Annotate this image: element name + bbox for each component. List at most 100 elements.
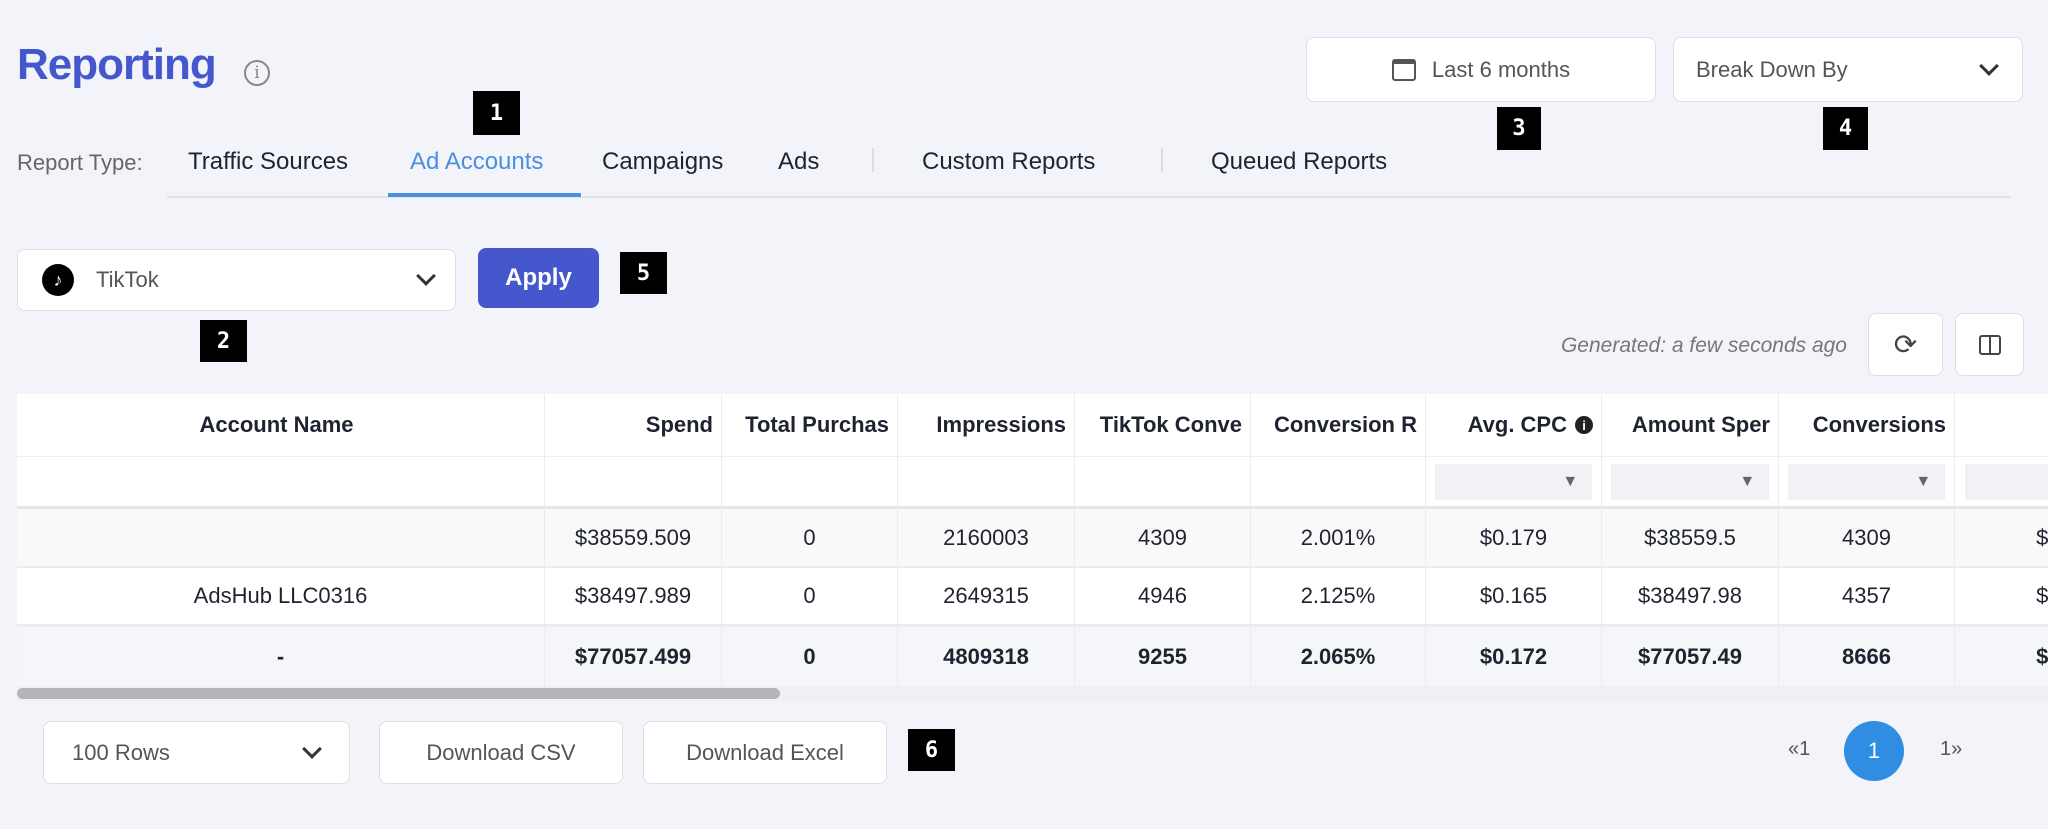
total-cell: $81: [1955, 627, 2048, 686]
badge-6: 6: [908, 729, 955, 771]
filter-icon[interactable]: ▼: [1562, 473, 1578, 491]
refresh-icon: ⟳: [1893, 329, 1918, 360]
header-cell[interactable]: Conversion R: [1251, 394, 1426, 456]
header-cell[interactable]: Amount Sper: [1602, 394, 1779, 456]
date-range-label: Last 6 months: [1431, 56, 1571, 82]
date-range-button[interactable]: Last 6 months: [1306, 37, 1656, 102]
data-cell: $38559.509: [545, 509, 722, 566]
data-text: $40: [2036, 524, 2048, 550]
header-text: Account Name: [199, 412, 354, 437]
page-title: Reporting: [17, 40, 217, 89]
data-cell: $0.179: [1426, 509, 1602, 566]
info-icon[interactable]: i: [244, 60, 270, 86]
data-cell: $40: [1955, 509, 2048, 566]
header-text: TikTok Conve: [1099, 412, 1242, 437]
header-cell[interactable]: Conversions: [1779, 394, 1955, 456]
total-cell: -: [17, 627, 545, 686]
chevron-down-icon: [302, 738, 322, 759]
total-cell: 2.065%: [1251, 627, 1426, 686]
header-text: Amount Sper: [1631, 412, 1770, 437]
current-page-button[interactable]: 1: [1844, 721, 1904, 781]
column-filter-input[interactable]: ▼: [1610, 463, 1770, 500]
header-cell[interactable]: Avg. CPC i: [1426, 394, 1602, 456]
tab-ads[interactable]: Ads: [778, 148, 819, 176]
total-text: 4809318: [943, 643, 1029, 669]
report-table: Account Name Spend Total Purchas Impression…: [17, 394, 2048, 686]
data-text: 2649315: [943, 583, 1029, 608]
data-cell: 2.125%: [1251, 568, 1426, 624]
total-text: 9255: [1138, 643, 1187, 669]
break-down-label: Break Down By: [1696, 56, 1848, 82]
download-excel-button[interactable]: Download Excel: [643, 721, 887, 784]
column-filter-input[interactable]: ▼: [1964, 463, 2048, 500]
data-text: 0: [803, 583, 816, 608]
total-cell: $77057.49: [1602, 627, 1779, 686]
header-cell[interactable]: Impressions: [898, 394, 1075, 456]
tab-ad-accounts[interactable]: Ad Accounts: [410, 148, 543, 176]
rows-per-page-select[interactable]: 100 Rows: [43, 721, 350, 784]
refresh-button[interactable]: ⟳: [1868, 313, 1943, 376]
apply-button[interactable]: Apply: [478, 248, 599, 308]
filter-cell: ▼: [1426, 457, 1602, 506]
columns-icon: [1978, 334, 2001, 355]
table-row: $38559.509 0 2160003 4309 2.001% $0.179 $38559…: [17, 509, 2048, 568]
column-filter-input[interactable]: ▼: [1434, 463, 1593, 500]
first-page-button[interactable]: «1: [1788, 738, 1810, 761]
data-text: 4309: [1842, 524, 1891, 550]
data-cell: $38497.989: [545, 568, 722, 624]
column-filter-input[interactable]: ▼: [1787, 463, 1946, 500]
data-text: $38497.989: [574, 583, 692, 608]
info-icon[interactable]: i: [1575, 416, 1593, 434]
badge-3: 3: [1497, 107, 1541, 150]
header-cell[interactable]: Re: [1955, 394, 2048, 456]
report-type-label: Report Type:: [17, 150, 143, 175]
rows-per-page-value: 100 Rows: [72, 739, 170, 765]
header-cell[interactable]: Account Name: [17, 394, 545, 456]
total-text: -: [276, 643, 285, 669]
columns-button[interactable]: [1955, 313, 2024, 376]
tab-custom-reports[interactable]: Custom Reports: [922, 148, 1095, 176]
data-text: AdsHub LLC0316: [193, 583, 368, 608]
badge-5: 5: [620, 252, 667, 294]
total-row: - $77057.499 0 4809318 9255 2.065% $0.172 $7705…: [17, 627, 2048, 686]
tab-queued-reports[interactable]: Queued Reports: [1211, 148, 1387, 176]
calendar-icon: [1391, 58, 1416, 81]
data-cell: $0.165: [1426, 568, 1602, 624]
data-cell: 4309: [1075, 509, 1251, 566]
generated-timestamp: Generated: a few seconds ago: [1560, 334, 1847, 357]
header-cell[interactable]: Spend: [545, 394, 722, 456]
header-text: Spend: [645, 412, 713, 437]
total-cell: 0: [722, 627, 898, 686]
scrollbar-thumb[interactable]: [17, 688, 780, 699]
tab-traffic-sources[interactable]: Traffic Sources: [188, 148, 348, 176]
data-text: $38559.509: [574, 524, 692, 550]
last-page-button[interactable]: 1»: [1940, 738, 1962, 761]
header-text: Avg. CPC: [1467, 412, 1567, 437]
source-select[interactable]: ♪ TikTok: [17, 249, 456, 311]
data-text: 4309: [1138, 524, 1187, 550]
data-cell: 0: [722, 509, 898, 566]
tab-campaigns[interactable]: Campaigns: [602, 148, 723, 176]
header-cell[interactable]: Total Purchas: [722, 394, 898, 456]
data-text: $38559.5: [1644, 524, 1736, 550]
data-text: 2.125%: [1300, 583, 1376, 608]
filter-cell: ▼: [1602, 457, 1779, 506]
data-text: 4357: [1842, 583, 1891, 608]
filter-cell: ▼: [1779, 457, 1955, 506]
chevron-down-icon: [416, 266, 436, 286]
download-csv-button[interactable]: Download CSV: [379, 721, 623, 784]
total-cell: 4809318: [898, 627, 1075, 686]
total-cell: $0.172: [1426, 627, 1602, 686]
total-text: $0.172: [1479, 643, 1548, 669]
data-cell: 2.001%: [1251, 509, 1426, 566]
filter-icon[interactable]: ▼: [1739, 473, 1755, 491]
break-down-by-select[interactable]: Break Down By: [1673, 37, 2023, 102]
data-text: $38497.98: [1638, 583, 1742, 608]
badge-4: 4: [1823, 107, 1868, 150]
total-text: 2.065%: [1300, 643, 1376, 669]
tab-separator: [1161, 148, 1163, 172]
total-text: $77057.499: [574, 643, 692, 669]
header-cell[interactable]: TikTok Conve: [1075, 394, 1251, 456]
active-tab-indicator: [388, 193, 581, 197]
filter-icon[interactable]: ▼: [1915, 473, 1931, 491]
